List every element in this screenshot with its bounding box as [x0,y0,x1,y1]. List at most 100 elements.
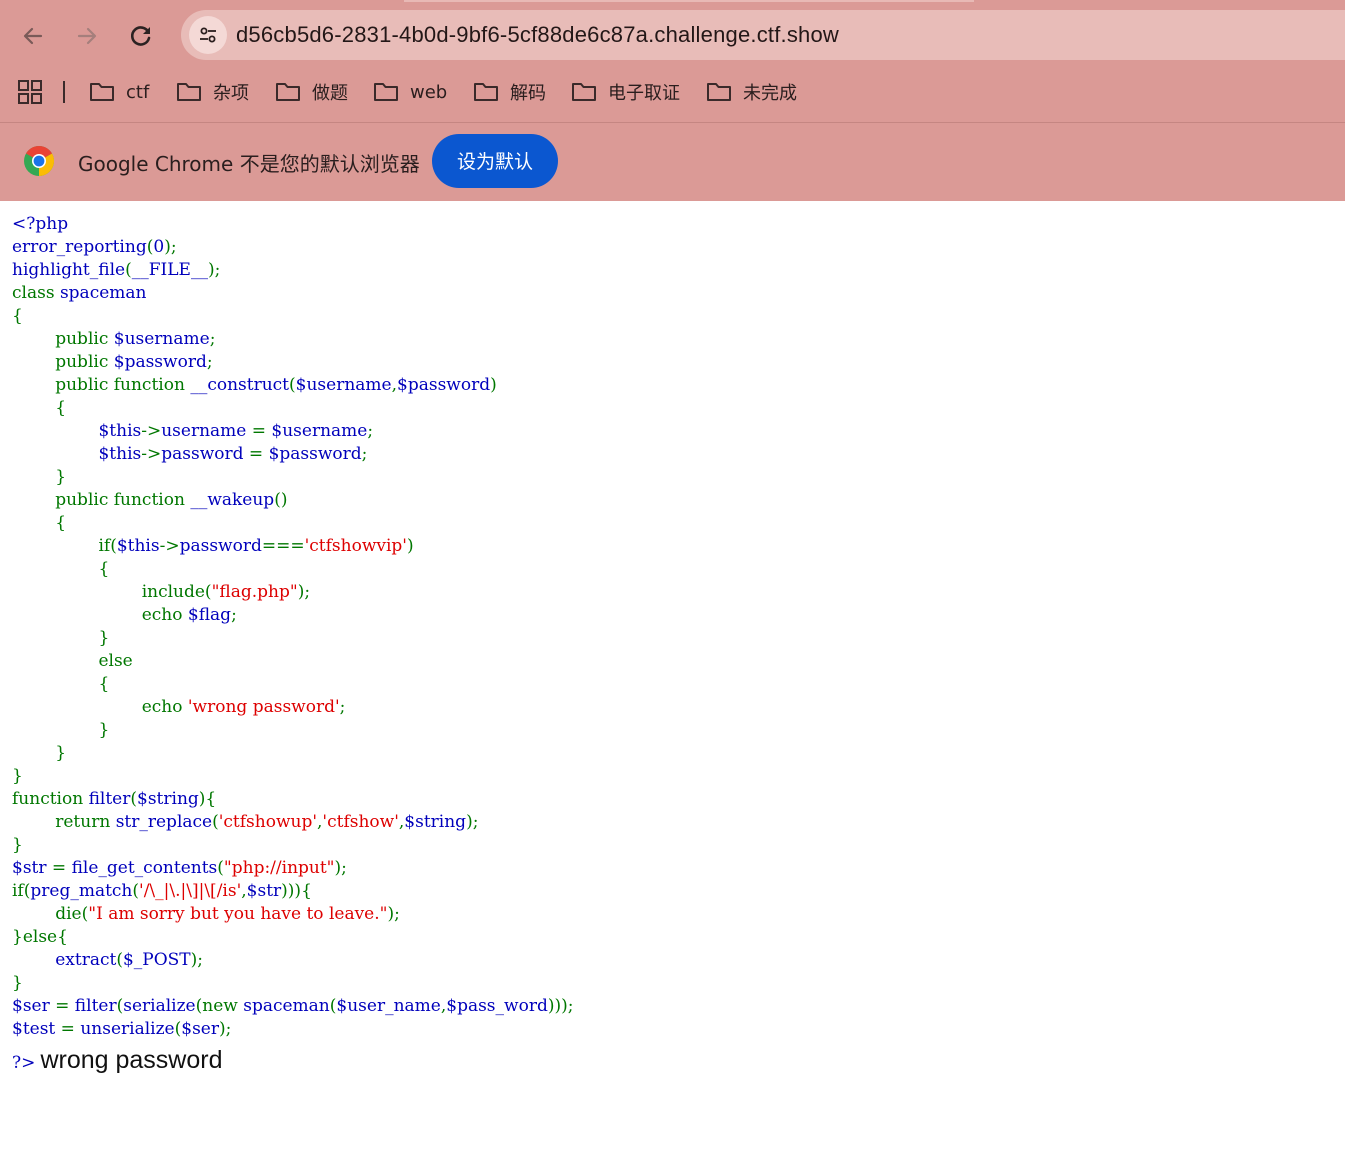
code-token: $str [246,881,282,901]
bookmark-folder[interactable]: 未完成 [706,79,797,105]
code-token: = [251,421,272,441]
bookmark-label: web [410,81,448,103]
code-token: die( [12,904,89,924]
bookmark-folder[interactable]: 解码 [473,79,546,105]
code-line: { [12,558,573,581]
code-token: ); [334,858,347,878]
folder-icon [572,83,596,101]
browser-chrome: d56cb5d6-2831-4b0d-9bf6-5cf88de6c87a.cha… [0,0,1345,201]
code-token: spaceman [243,996,330,1016]
bookmark-folder[interactable]: 做题 [275,79,348,105]
code-token: $username [271,421,368,441]
code-token: $string [404,812,467,832]
php-source-code: <?php error_reporting(0); highlight_file(_… [12,213,573,1041]
code-token: 0 [153,237,165,257]
code-token: $user_name [336,996,441,1016]
code-token: <?php [12,214,69,234]
url-text[interactable]: d56cb5d6-2831-4b0d-9bf6-5cf88de6c87a.cha… [236,22,839,48]
code-token: "php://input" [223,858,335,878]
arrow-left-icon [23,27,43,45]
folder-icon [90,83,114,101]
code-token: "flag.php" [211,582,298,602]
code-line: } [12,466,573,489]
code-token: }else{ [12,927,68,947]
folder-icon [474,83,498,101]
code-token: ) [406,536,414,556]
back-button[interactable] [17,20,49,52]
code-token: "I am sorry but you have to leave." [88,904,388,924]
bookmark-folder[interactable]: 电子取证 [571,79,680,105]
code-token: highlight_file [12,260,126,280]
code-line: die("I am sorry but you have to leave.")… [12,903,573,926]
code-token: $str [12,858,52,878]
forward-button[interactable] [71,20,103,52]
apps-grid-icon[interactable] [18,80,42,104]
bookmarks-bar: ctf 杂项 做题 web 解码 电子取证 未完成 [0,70,1345,114]
site-info-button[interactable] [189,16,227,54]
code-token: password [179,536,262,556]
code-token: username [161,421,252,441]
code-token: $_POST [122,950,191,970]
code-token: ; [367,421,374,441]
code-token: preg_match [30,881,133,901]
code-token: ; [361,444,368,464]
code-token: error_reporting [12,237,147,257]
reload-button[interactable] [125,20,157,52]
code-token: $string [137,789,199,809]
code-token: } [12,835,23,855]
code-line: { [12,397,573,420]
code-token: } [12,973,23,993]
code-token: ); [207,260,221,280]
code-token: 'ctfshowvip' [304,536,407,556]
bookmark-folder[interactable]: ctf [89,79,149,105]
code-token: ))){ [281,881,312,901]
code-token: '/\_|\.|\]|\[/is' [139,881,242,901]
code-token: ( [125,260,132,280]
set-default-button[interactable]: 设为默认 [432,134,558,188]
code-line: function filter($string){ [12,788,573,811]
bookmark-folder[interactable]: web [373,79,447,105]
code-token: file_get_contents [71,858,218,878]
address-bar[interactable]: d56cb5d6-2831-4b0d-9bf6-5cf88de6c87a.cha… [181,10,1345,60]
code-line: $ser = filter(serialize(new spaceman($us… [12,995,573,1018]
code-line: { [12,512,573,535]
code-token: 'ctfshow' [322,812,399,832]
code-token: = [55,996,75,1016]
code-token: include( [12,582,212,602]
folder-icon [177,83,201,101]
code-token: $username [295,375,392,395]
bookmark-label: 未完成 [743,83,797,104]
code-token: filter [74,996,117,1016]
code-line: include("flag.php"); [12,581,573,604]
code-token: public [12,352,114,372]
code-token: { [12,559,110,579]
code-line: { [12,673,573,696]
code-line: }else{ [12,926,573,949]
bookmark-label: ctf [126,81,150,103]
code-token: unserialize [80,1019,175,1039]
code-token: __wakeup [190,490,275,510]
code-line: if($this->password==='ctfshowvip') [12,535,573,558]
code-line: public $username; [12,328,573,351]
code-token: $password [113,352,207,372]
code-token: } [12,766,23,786]
bookmark-folder[interactable]: 杂项 [176,79,249,105]
code-token: } [12,720,110,740]
code-token: if( [12,881,31,901]
code-token: echo [12,697,188,717]
bookmark-label: 杂项 [213,83,249,104]
code-token: $this [98,421,142,441]
code-token: = [248,444,269,464]
tune-icon [200,27,216,43]
code-token: ; [339,697,346,717]
code-token: ))); [547,996,574,1016]
code-token: ); [387,904,400,924]
bookmark-label: 电子取证 [608,83,680,104]
code-token: { [12,306,23,326]
code-line: } [12,834,573,857]
code-token: $ser [181,1019,219,1039]
code-line: $this->username = $username; [12,420,573,443]
code-token: function [12,789,89,809]
code-line: } [12,972,573,995]
code-token: class [12,283,60,303]
